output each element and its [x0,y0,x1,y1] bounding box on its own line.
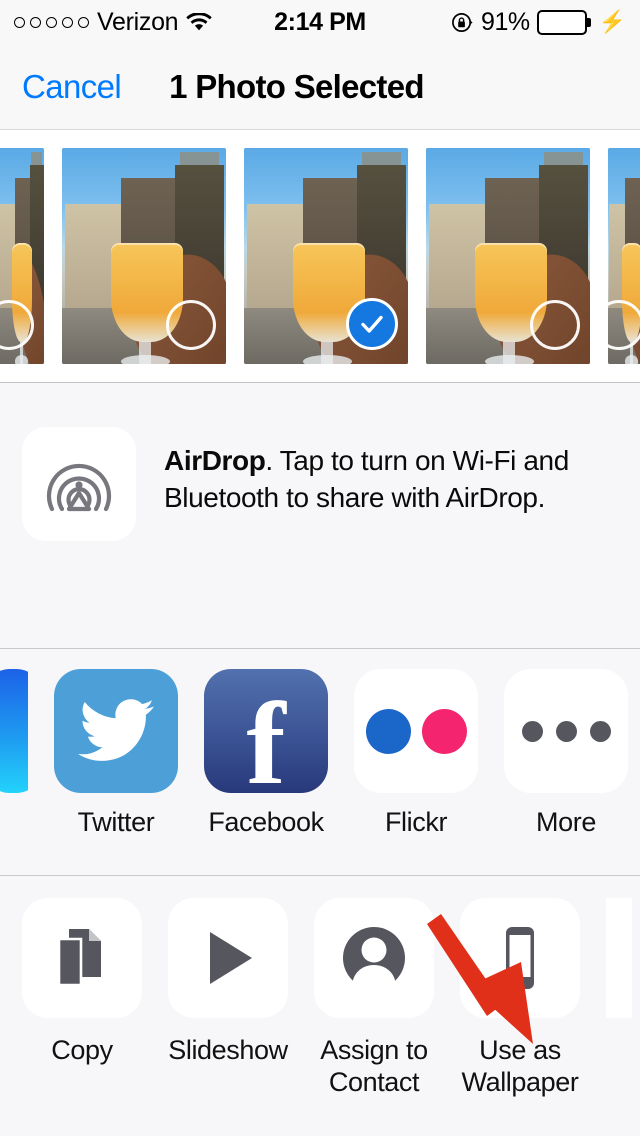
twitter-bird-icon[interactable] [54,669,178,793]
share-label: Twitter [77,807,155,837]
airdrop-icon[interactable] [22,427,136,541]
photo-select-circle[interactable] [608,300,640,350]
rotation-lock-icon [451,11,474,34]
iphone-icon[interactable] [460,898,580,1018]
status-bar-left: Verizon [14,8,212,37]
share-mail[interactable] [0,669,28,793]
ellipsis-dot [589,720,611,742]
wifi-icon [186,11,212,32]
action-label: Use as Wallpaper [461,1035,579,1098]
status-bar-right: 91% ⚡ [451,8,626,37]
action-label: Slideshow [168,1035,288,1065]
action-slideshow[interactable]: Slideshow [168,898,288,1066]
actions-row[interactable]: Copy Slideshow Assign to Contact Use as Wal… [0,876,640,1111]
photo-select-circle[interactable] [530,300,580,350]
share-label: Facebook [208,807,324,837]
status-bar: Verizon 2:14 PM 91% ⚡ [0,0,640,44]
photo-thumb-2[interactable] [62,148,226,364]
photo-selected-badge[interactable] [346,298,398,350]
photo-thumb-5[interactable] [608,148,640,364]
flickr-pink-dot [421,708,467,754]
signal-dot [62,16,73,28]
share-targets-row[interactable]: Twitter f Facebook Flickr More [0,649,640,876]
photo-thumb-3[interactable] [244,148,408,364]
action-copy[interactable]: Copy [22,898,142,1066]
action-label: Copy [51,1035,113,1065]
airdrop-description: AirDrop. Tap to turn on Wi-Fi and Blueto… [164,443,584,517]
photo-thumb-4[interactable] [426,148,590,364]
action-label: Assign to Contact [320,1035,428,1098]
share-facebook[interactable]: f Facebook [204,669,328,839]
person-circle-icon[interactable] [314,898,434,1018]
photo-thumb-1[interactable] [0,148,44,364]
action-assign-contact[interactable]: Assign to Contact [314,898,434,1099]
page-title: 1 Photo Selected [169,67,424,105]
share-flickr[interactable]: Flickr [354,669,478,839]
action-wallpaper[interactable]: Use as Wallpaper [460,898,580,1099]
airdrop-title: AirDrop [164,445,266,476]
copy-pages-icon[interactable] [22,898,142,1018]
share-twitter[interactable]: Twitter [54,669,178,839]
signal-dot [46,16,57,28]
ellipsis-dot [521,720,543,742]
action-icon[interactable] [606,898,632,1018]
flickr-dots-icon[interactable] [354,669,478,793]
facebook-f-glyph: f [246,677,286,793]
facebook-f-icon[interactable]: f [204,669,328,793]
share-label: More [536,807,596,837]
flickr-blue-dot [365,708,411,754]
carrier-label: Verizon [97,7,179,36]
signal-dot [30,16,41,28]
airdrop-section[interactable]: AirDrop. Tap to turn on Wi-Fi and Blueto… [0,383,640,1044]
share-label: Flickr [384,807,448,837]
play-triangle-icon[interactable] [168,898,288,1018]
ellipsis-dot [555,720,577,742]
cancel-button[interactable]: Cancel [22,68,122,106]
battery-icon [536,9,591,35]
share-more[interactable]: More [504,669,628,839]
charging-bolt-icon: ⚡ [598,9,626,34]
photo-strip[interactable] [0,130,640,383]
share-sheet-screen: Verizon 2:14 PM 91% ⚡ Cancel 1 Photo Sel… [0,0,640,1136]
mail-icon[interactable] [0,669,28,793]
signal-dot [14,16,25,28]
battery-percent-label: 91% [481,7,530,36]
photo-select-circle[interactable] [166,300,216,350]
signal-dot [78,16,89,28]
signal-strength-dots [14,16,89,28]
navigation-bar: Cancel 1 Photo Selected [0,44,640,130]
action-next[interactable] [606,898,632,1018]
ellipsis-icon[interactable] [504,669,628,793]
